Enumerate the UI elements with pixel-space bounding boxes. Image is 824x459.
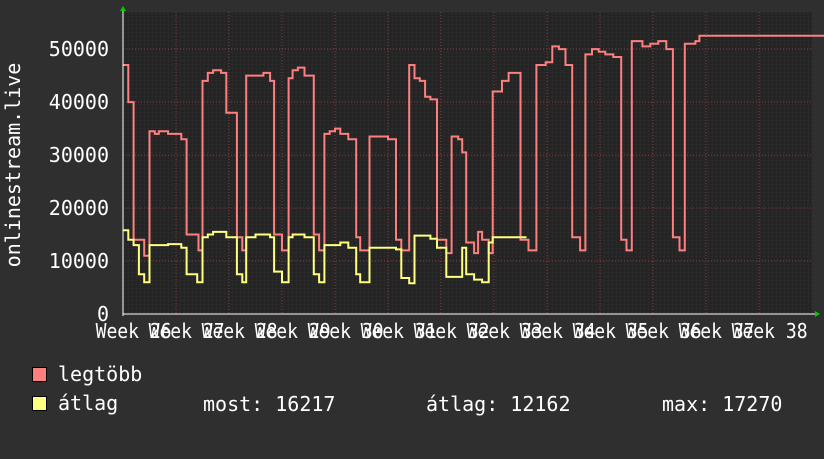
plot-area <box>123 12 812 314</box>
chart-canvas: 01000020000300004000050000 Week 26Week 2… <box>1 6 824 340</box>
x-tick-label: Week 38 <box>732 319 808 340</box>
y-tick-label: 40000 <box>49 90 109 114</box>
x-axis-arrow <box>815 311 820 317</box>
legend-label-avg: átlag <box>58 391 119 415</box>
legend-label-max: legtöbb <box>58 362 143 386</box>
stat-maximum: max: 17270 <box>662 392 783 416</box>
y-tick-label: 20000 <box>49 196 109 220</box>
y-axis-label: onlinestream.live <box>1 63 25 268</box>
y-axis-arrow <box>120 6 126 11</box>
legend-swatch-avg <box>32 396 47 411</box>
stat-current: most: 16217 <box>203 392 336 416</box>
legend-item-avg: átlag <box>32 392 118 458</box>
y-tick-label: 10000 <box>49 249 109 273</box>
x-tick-labels: Week 26Week 27Week 28Week 29Week 30Week … <box>96 319 808 340</box>
y-tick-label: 50000 <box>49 37 109 61</box>
stat-average: átlag: 12162 <box>426 392 571 416</box>
legend-swatch-max <box>32 367 47 382</box>
y-tick-label: 30000 <box>49 143 109 167</box>
y-tick-labels: 01000020000300004000050000 <box>49 37 109 326</box>
minor-grid <box>123 12 812 314</box>
